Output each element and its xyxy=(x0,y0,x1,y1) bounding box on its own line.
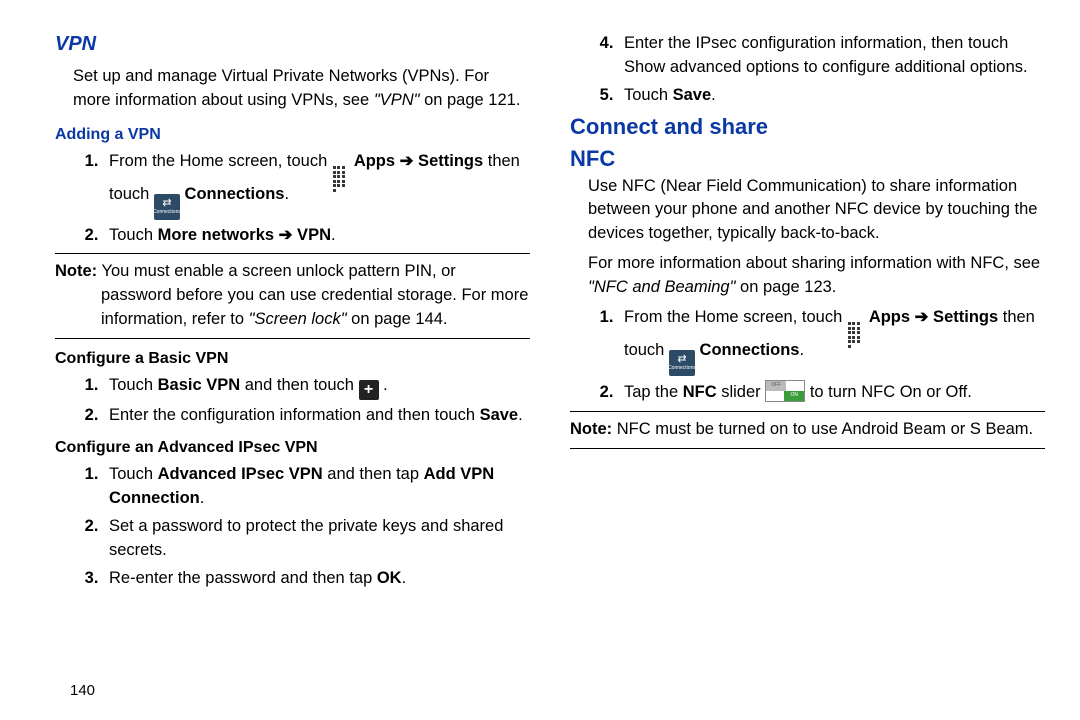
note-vpn: Note: You must enable a screen unlock pa… xyxy=(55,260,530,332)
apps-grid-icon xyxy=(332,165,350,183)
heading-vpn: VPN xyxy=(55,30,530,59)
list-item: Set a password to protect the private ke… xyxy=(103,515,530,563)
page-number: 140 xyxy=(70,680,95,702)
vpn-intro: Set up and manage Virtual Private Networ… xyxy=(55,65,530,113)
note-nfc: Note: NFC must be turned on to use Andro… xyxy=(570,418,1045,442)
list-item: Enter the configuration information and … xyxy=(103,404,530,428)
list-item: Touch Basic VPN and then touch + . xyxy=(103,374,530,400)
connections-icon: ⇄Connections xyxy=(154,194,180,220)
nfc-intro: Use NFC (Near Field Communication) to sh… xyxy=(570,175,1045,247)
basic-vpn-steps: Touch Basic VPN and then touch + . Enter… xyxy=(55,374,530,428)
nfc-more-info: For more information about sharing infor… xyxy=(570,252,1045,300)
left-column: VPN Set up and manage Virtual Private Ne… xyxy=(55,30,530,710)
list-item: Touch More networks ➔ VPN. xyxy=(103,224,530,248)
nfc-steps: From the Home screen, touch Apps ➔ Setti… xyxy=(570,306,1045,404)
divider xyxy=(55,338,530,339)
right-column: Enter the IPsec configuration informatio… xyxy=(570,30,1045,710)
apps-grid-icon xyxy=(847,321,865,339)
list-item: From the Home screen, touch Apps ➔ Setti… xyxy=(618,306,1045,376)
heading-nfc: NFC xyxy=(570,146,1045,172)
list-item: Tap the NFC slider OFFON to turn NFC On … xyxy=(618,380,1045,405)
heading-connect-share: Connect and share xyxy=(570,114,1045,140)
connections-icon: ⇄Connections xyxy=(669,350,695,376)
plus-icon: + xyxy=(359,380,379,400)
list-item: Touch Advanced IPsec VPN and then tap Ad… xyxy=(103,463,530,511)
list-item: Touch Save. xyxy=(618,84,1045,108)
ipsec-vpn-steps: Touch Advanced IPsec VPN and then tap Ad… xyxy=(55,463,530,591)
adding-vpn-steps: From the Home screen, touch Apps ➔ Setti… xyxy=(55,150,530,247)
heading-ipsec-vpn: Configure an Advanced IPsec VPN xyxy=(55,436,530,459)
list-item: Re-enter the password and then tap OK. xyxy=(103,567,530,591)
heading-basic-vpn: Configure a Basic VPN xyxy=(55,347,530,370)
divider xyxy=(570,448,1045,449)
list-item: From the Home screen, touch Apps ➔ Setti… xyxy=(103,150,530,220)
heading-adding-vpn: Adding a VPN xyxy=(55,123,530,146)
ipsec-vpn-steps-continued: Enter the IPsec configuration informatio… xyxy=(570,32,1045,108)
list-item: Enter the IPsec configuration informatio… xyxy=(618,32,1045,80)
divider xyxy=(570,411,1045,412)
toggle-slider-icon: OFFON xyxy=(765,380,805,402)
divider xyxy=(55,253,530,254)
